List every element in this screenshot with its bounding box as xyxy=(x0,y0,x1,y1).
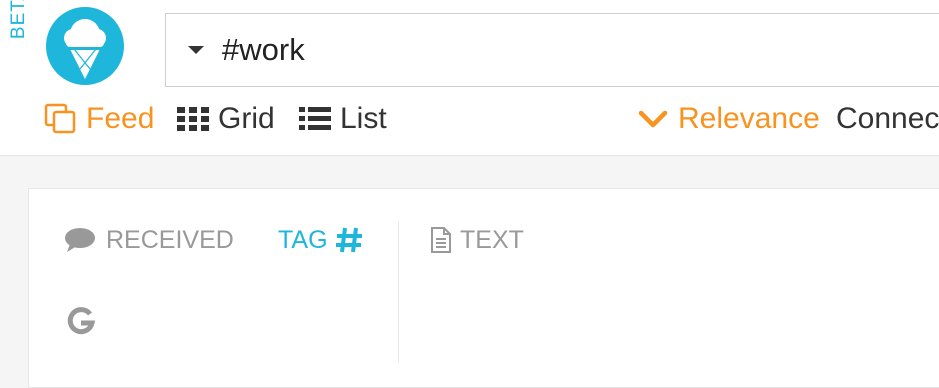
view-list-label: List xyxy=(340,102,387,135)
filter-received-tab[interactable]: RECEIVED xyxy=(64,222,234,258)
filter-tag-label: TAG xyxy=(278,225,328,254)
document-icon xyxy=(430,226,452,254)
results-card xyxy=(28,188,939,388)
view-grid-label: Grid xyxy=(218,102,275,135)
connections-button[interactable]: Connec xyxy=(836,100,939,138)
speech-bubble-icon xyxy=(64,227,96,253)
filter-tag-tab[interactable]: TAG xyxy=(278,222,364,258)
search-input[interactable] xyxy=(222,32,922,68)
filter-text-tab[interactable]: TEXT xyxy=(430,222,524,258)
sort-label: Relevance xyxy=(678,102,820,135)
sort-relevance-button[interactable]: Relevance xyxy=(638,100,820,138)
filter-received-label: RECEIVED xyxy=(106,225,234,254)
filter-text-label: TEXT xyxy=(460,225,524,254)
view-feed-button[interactable]: Feed xyxy=(44,100,154,138)
feed-icon xyxy=(44,103,78,135)
top-bar: BETA Feed xyxy=(0,0,939,156)
ice-cream-logo-icon[interactable] xyxy=(46,7,124,85)
beta-label: BETA xyxy=(8,0,29,40)
filter-divider xyxy=(398,222,399,362)
search-box xyxy=(165,13,939,87)
chevron-down-icon xyxy=(638,109,668,129)
google-icon[interactable] xyxy=(66,306,96,336)
view-list-button[interactable]: List xyxy=(298,100,387,138)
connections-label: Connec xyxy=(836,102,939,135)
list-icon xyxy=(298,106,332,132)
view-grid-button[interactable]: Grid xyxy=(176,100,275,138)
view-feed-label: Feed xyxy=(86,102,155,135)
grid-icon xyxy=(176,106,210,132)
dropdown-caret-icon[interactable] xyxy=(188,46,204,54)
hashtag-icon xyxy=(334,225,364,255)
